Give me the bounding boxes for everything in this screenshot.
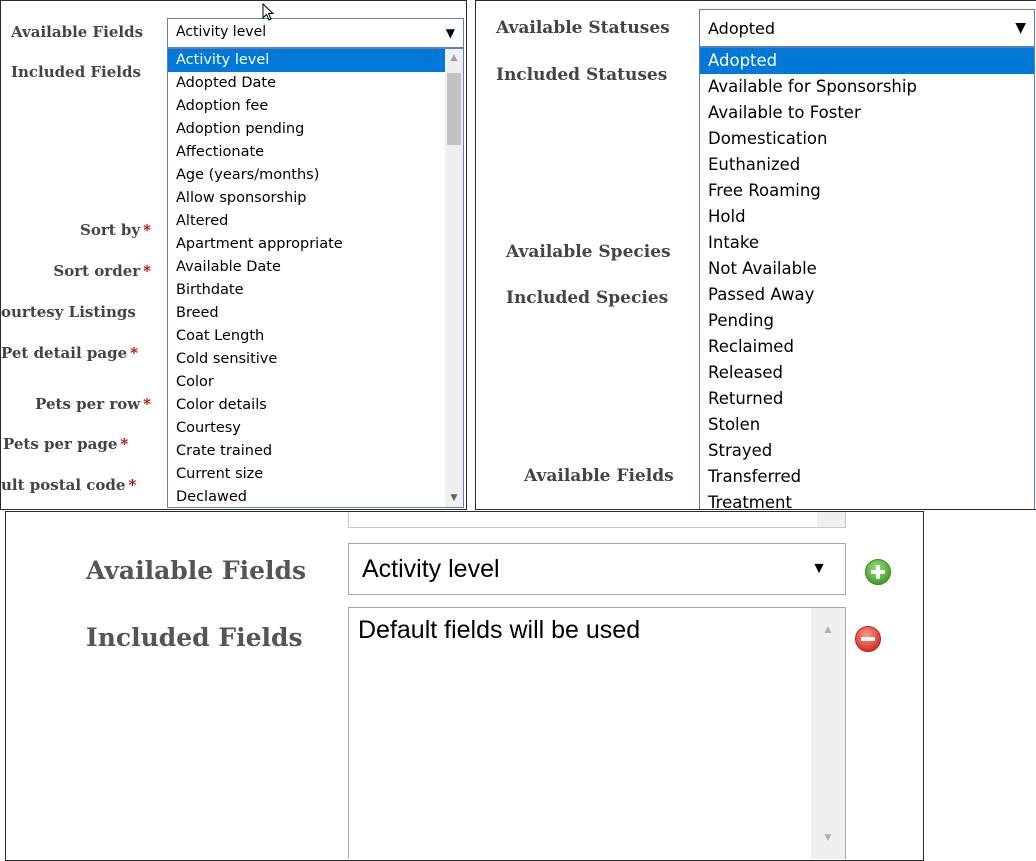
chevron-down-icon: ▼ bbox=[445, 26, 455, 40]
chevron-down-icon: ▼ bbox=[1015, 20, 1026, 36]
required-marker: * bbox=[120, 435, 129, 453]
scroll-up-icon[interactable]: ▲ bbox=[811, 622, 845, 636]
label-included-fields: Included Fields bbox=[86, 623, 303, 652]
previous-field-box bbox=[348, 512, 846, 528]
scroll-up-icon[interactable]: ▲ bbox=[445, 53, 463, 63]
dropdown-option[interactable]: Treatment bbox=[700, 490, 1034, 509]
available-statuses-dropdown-list[interactable]: Adopted Available for Sponsorship Availabl… bbox=[699, 47, 1035, 509]
label-available-fields: Available Fields bbox=[86, 556, 307, 585]
available-fields-select[interactable]: Activity level ▼ bbox=[348, 543, 846, 595]
available-fields-select[interactable]: Activity level ▼ bbox=[167, 18, 464, 48]
dropdown-option[interactable]: Available Date bbox=[168, 256, 445, 279]
label-available-statuses: Available Statuses bbox=[496, 18, 670, 38]
required-marker: * bbox=[130, 344, 138, 362]
option-list: Activity level Adopted Date Adoption fee Ad… bbox=[168, 49, 445, 507]
dropdown-option[interactable]: Allow sponsorship bbox=[168, 187, 445, 210]
panel-fields-editor: Available Fields Included Fields Activit… bbox=[5, 511, 924, 861]
label-included-statuses: Included Statuses bbox=[496, 65, 668, 85]
dropdown-option[interactable]: Adoption pending bbox=[168, 118, 445, 141]
dropdown-option[interactable]: Euthanized bbox=[700, 152, 1034, 178]
add-field-icon[interactable] bbox=[864, 558, 892, 586]
dropdown-option[interactable]: Stolen bbox=[700, 412, 1034, 438]
dropdown-option[interactable]: Color bbox=[168, 371, 445, 394]
dropdown-option[interactable]: Apartment appropriate bbox=[168, 233, 445, 256]
label-default-postal-code: ult postal code * bbox=[1, 476, 137, 494]
dropdown-option[interactable]: Age (years/months) bbox=[168, 164, 445, 187]
label-pet-detail-page: Pet detail page * bbox=[1, 344, 138, 362]
required-marker: * bbox=[143, 221, 151, 239]
remove-field-icon[interactable] bbox=[854, 625, 882, 653]
label-available-fields: Available Fields bbox=[524, 466, 674, 486]
available-fields-dropdown-list[interactable]: Activity level Adopted Date Adoption fee Ad… bbox=[167, 48, 464, 508]
select-value: Activity level bbox=[362, 555, 500, 583]
dropdown-option[interactable]: Affectionate bbox=[168, 141, 445, 164]
dropdown-option[interactable]: Crate trained bbox=[168, 440, 445, 463]
scrollbar[interactable]: ▲ ▼ bbox=[445, 49, 463, 507]
label-available-species: Available Species bbox=[506, 242, 671, 262]
scrollbar[interactable]: ▲ ▼ bbox=[811, 608, 845, 859]
dropdown-option[interactable]: Adoption fee bbox=[168, 95, 445, 118]
label-pets-per-row: Pets per row * bbox=[35, 395, 151, 413]
dropdown-option[interactable]: Available for Sponsorship bbox=[700, 74, 1034, 100]
label-sort-by: Sort by * bbox=[80, 221, 151, 239]
dropdown-option[interactable]: Coat Length bbox=[168, 325, 445, 348]
dropdown-option[interactable]: Not Available bbox=[700, 256, 1034, 282]
dropdown-option[interactable]: Courtesy bbox=[168, 417, 445, 440]
dropdown-option[interactable]: Birthdate bbox=[168, 279, 445, 302]
label-pets-per-page: Pets per page * bbox=[3, 435, 129, 453]
label-courtesy-listings: ourtesy Listings bbox=[1, 303, 136, 321]
dropdown-option[interactable]: Cold sensitive bbox=[168, 348, 445, 371]
chevron-down-icon: ▼ bbox=[811, 560, 827, 577]
scrollbar-thumb[interactable] bbox=[447, 73, 461, 145]
dropdown-option[interactable]: Altered bbox=[168, 210, 445, 233]
available-statuses-select[interactable]: Adopted ▼ bbox=[699, 9, 1035, 47]
scroll-down-icon[interactable]: ▼ bbox=[811, 830, 845, 844]
dropdown-option[interactable]: Adopted Date bbox=[168, 72, 445, 95]
included-fields-list[interactable]: Default fields will be used ▲ ▼ bbox=[348, 607, 846, 859]
required-marker: * bbox=[143, 262, 151, 280]
dropdown-option[interactable]: Hold bbox=[700, 204, 1034, 230]
dropdown-option[interactable]: Domestication bbox=[700, 126, 1034, 152]
label-included-fields: Included Fields bbox=[11, 63, 141, 81]
dropdown-option[interactable]: Color details bbox=[168, 394, 445, 417]
required-marker: * bbox=[143, 395, 151, 413]
included-fields-value: Default fields will be used bbox=[358, 616, 641, 644]
dropdown-option[interactable]: Released bbox=[700, 360, 1034, 386]
dropdown-option[interactable]: Adopted bbox=[700, 48, 1034, 74]
dropdown-option[interactable]: Strayed bbox=[700, 438, 1034, 464]
select-value: Adopted bbox=[708, 19, 776, 38]
dropdown-option[interactable]: Intake bbox=[700, 230, 1034, 256]
label-included-species: Included Species bbox=[506, 288, 669, 308]
dropdown-option[interactable]: Available to Foster bbox=[700, 100, 1034, 126]
label-sort-order: Sort order * bbox=[53, 262, 151, 280]
dropdown-option[interactable]: Breed bbox=[168, 302, 445, 325]
mouse-cursor-icon bbox=[262, 3, 275, 21]
label-available-fields: Available Fields bbox=[11, 23, 144, 41]
dropdown-option[interactable]: Reclaimed bbox=[700, 334, 1034, 360]
dropdown-option[interactable]: Pending bbox=[700, 308, 1034, 334]
panel-statuses-dropdown: Available Statuses Included Statuses Ava… bbox=[475, 0, 1036, 510]
dropdown-option[interactable]: Free Roaming bbox=[700, 178, 1034, 204]
dropdown-option[interactable]: Transferred bbox=[700, 464, 1034, 490]
dropdown-option[interactable]: Returned bbox=[700, 386, 1034, 412]
panel-fields-dropdown: Available Fields Included Fields Sort by… bbox=[0, 0, 467, 510]
scroll-down-icon[interactable]: ▼ bbox=[445, 493, 463, 503]
dropdown-option[interactable]: Passed Away bbox=[700, 282, 1034, 308]
option-list: Adopted Available for Sponsorship Availabl… bbox=[700, 48, 1034, 509]
select-value: Activity level bbox=[176, 24, 267, 40]
dropdown-option[interactable]: Activity level bbox=[168, 49, 445, 72]
required-marker: * bbox=[128, 476, 137, 494]
dropdown-option[interactable]: Current size bbox=[168, 463, 445, 486]
dropdown-option[interactable]: Declawed bbox=[168, 486, 445, 507]
